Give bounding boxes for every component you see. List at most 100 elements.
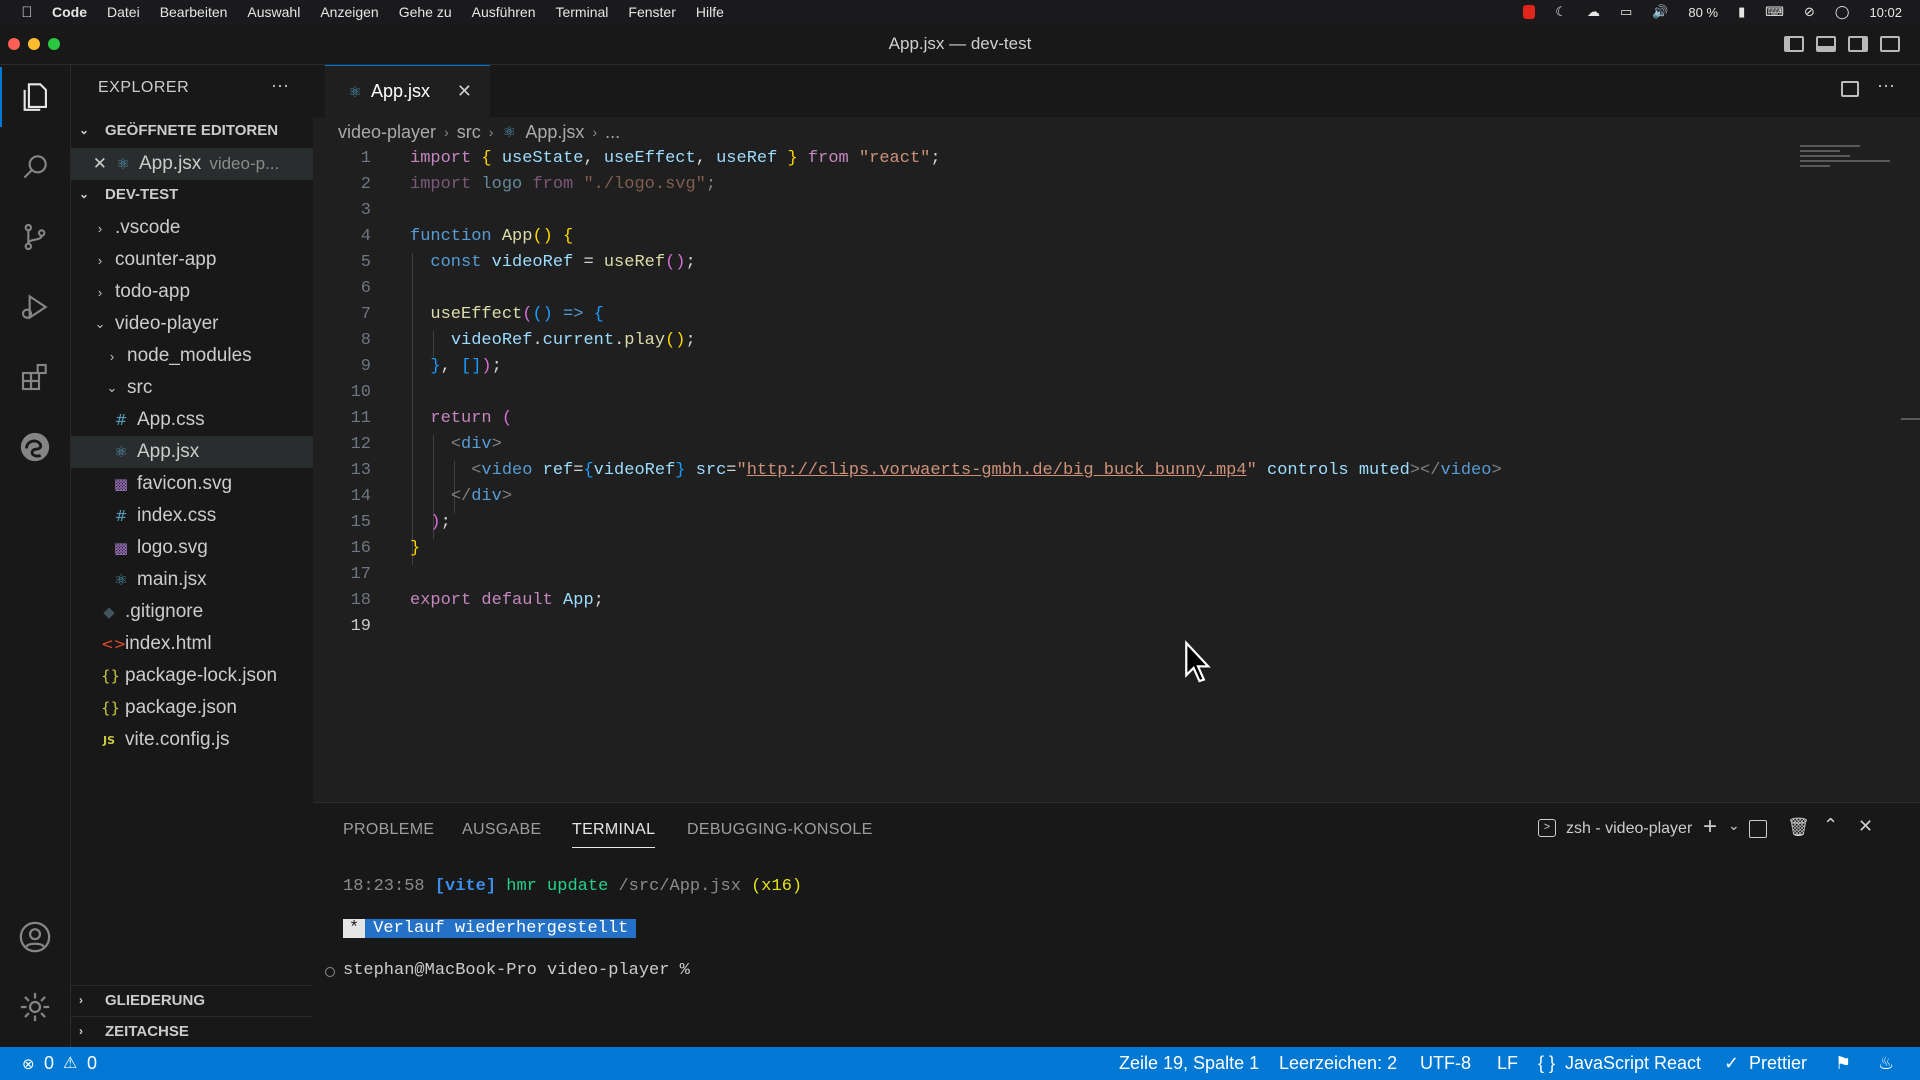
menu-datei[interactable]: Datei: [107, 4, 140, 20]
tab-output[interactable]: AUSGABE: [462, 821, 541, 839]
menu-auswahl[interactable]: Auswahl: [247, 4, 300, 20]
tree-file-gitignore[interactable]: ◆ .gitignore: [71, 596, 313, 628]
tree-file-logo-svg[interactable]: ▩ logo.svg: [71, 532, 313, 564]
error-count[interactable]: 0: [44, 1053, 54, 1074]
close-panel-icon[interactable]: ✕: [1858, 816, 1873, 837]
tree-file-index-html[interactable]: <> index.html: [71, 628, 313, 660]
warning-icon[interactable]: ⚠: [63, 1053, 77, 1072]
open-editor-app-jsx[interactable]: ✕ ⚛ App.jsx video-p...: [71, 148, 313, 180]
warning-count[interactable]: 0: [87, 1053, 97, 1074]
menu-fenster[interactable]: Fenster: [628, 4, 675, 20]
menu-ausfuehren[interactable]: Ausführen: [472, 4, 536, 20]
trash-icon[interactable]: 🗑: [1787, 817, 1810, 838]
tree-folder-src[interactable]: ⌄ src: [71, 372, 313, 404]
tree-folder-video-player[interactable]: ⌄ video-player: [71, 308, 313, 340]
extensions-icon[interactable]: [0, 347, 70, 407]
error-icon[interactable]: ⊗: [22, 1055, 35, 1073]
menu-hilfe[interactable]: Hilfe: [696, 4, 724, 20]
chevron-down-icon[interactable]: ⌄: [1728, 817, 1740, 834]
account-icon[interactable]: [0, 907, 70, 967]
tree-file-main-jsx[interactable]: ⚛ main.jsx: [71, 564, 313, 596]
wifi-off-icon[interactable]: ⊘: [1804, 5, 1815, 20]
code-link[interactable]: http://clips.vorwaerts-gmbh.de/big_buck_…: [747, 461, 1247, 480]
menu-anzeigen[interactable]: Anzeigen: [320, 4, 378, 20]
mouse-cursor-icon: [1185, 640, 1211, 683]
record-icon[interactable]: [1523, 5, 1536, 19]
tree-folder-counter-app[interactable]: › counter-app: [71, 244, 313, 276]
menu-bearbeiten[interactable]: Bearbeiten: [160, 4, 228, 20]
terminal-prompt[interactable]: stephan@MacBook-Pro video-player %: [343, 961, 690, 980]
explorer-icon[interactable]: [0, 67, 70, 127]
editor-more-actions-icon[interactable]: ···: [1877, 75, 1895, 96]
tree-label: package.json: [125, 697, 237, 718]
activity-bar: [0, 65, 71, 1047]
tree-file-package-json[interactable]: {} package.json: [71, 692, 313, 724]
check-icon: ✓: [1724, 1053, 1740, 1074]
tree-label: logo.svg: [137, 537, 208, 558]
moon-icon[interactable]: ☾: [1555, 5, 1567, 20]
code-token: =>: [563, 305, 584, 324]
apple-icon[interactable]: : [18, 3, 36, 21]
indentation[interactable]: Leerzeichen: 2: [1279, 1053, 1397, 1074]
tree-file-app-jsx[interactable]: ⚛ App.jsx: [71, 436, 313, 468]
feedback-icon[interactable]: ⚑: [1835, 1053, 1851, 1074]
close-tab-icon[interactable]: ✕: [457, 81, 472, 102]
new-terminal-icon[interactable]: +: [1703, 813, 1717, 841]
battery-icon[interactable]: ▮: [1738, 5, 1745, 20]
tree-file-index-css[interactable]: # index.css: [71, 500, 313, 532]
code-token: default: [481, 591, 553, 610]
explorer-more-actions[interactable]: ···: [271, 75, 289, 96]
tab-app-jsx[interactable]: ⚛ App.jsx ✕: [325, 65, 490, 117]
tree-file-vite-config-js[interactable]: JS vite.config.js: [71, 724, 313, 756]
toggle-panel-icon[interactable]: [1816, 36, 1836, 52]
outline-section[interactable]: › GLIEDERUNG: [71, 985, 313, 1014]
breadcrumb-item[interactable]: ...: [605, 122, 620, 143]
toggle-sidebar-icon[interactable]: [1784, 36, 1804, 52]
run-debug-icon[interactable]: [0, 277, 70, 337]
language-mode[interactable]: JavaScript React: [1565, 1053, 1701, 1074]
code-token: function: [410, 227, 492, 246]
settings-gear-icon[interactable]: [0, 977, 70, 1037]
tab-debug-console[interactable]: DEBUGGING-KONSOLE: [687, 821, 873, 839]
line-ending[interactable]: LF: [1497, 1053, 1518, 1074]
minimap[interactable]: [1800, 145, 1900, 185]
workspace-section[interactable]: ⌄ DEV-TEST: [71, 180, 313, 208]
encoding[interactable]: UTF-8: [1420, 1053, 1471, 1074]
breadcrumb-item[interactable]: video-player: [338, 122, 436, 143]
customize-layout-icon[interactable]: [1880, 36, 1900, 52]
open-editors-section[interactable]: ⌄ GEÖFFNETE EDITOREN: [71, 116, 313, 144]
tree-file-package-lock-json[interactable]: {} package-lock.json: [71, 660, 313, 692]
menu-terminal[interactable]: Terminal: [555, 4, 608, 20]
split-terminal-icon[interactable]: [1749, 820, 1767, 838]
tree-folder-vscode[interactable]: › .vscode: [71, 212, 313, 244]
source-control-icon[interactable]: [0, 207, 70, 267]
split-editor-icon[interactable]: [1841, 81, 1859, 97]
tab-terminal[interactable]: TERMINAL: [572, 821, 656, 848]
bell-icon[interactable]: ♨: [1878, 1053, 1894, 1074]
terminal-shell-name[interactable]: zsh - video-player: [1566, 820, 1692, 838]
toggle-secondary-sidebar-icon[interactable]: [1848, 36, 1868, 52]
tree-folder-node-modules[interactable]: › node_modules: [71, 340, 313, 372]
close-editor-icon[interactable]: ✕: [71, 154, 107, 174]
edge-browser-icon[interactable]: [0, 417, 70, 477]
tree-file-favicon-svg[interactable]: ▩ favicon.svg: [71, 468, 313, 500]
tree-file-app-css[interactable]: # App.css: [71, 404, 313, 436]
menu-gehe-zu[interactable]: Gehe zu: [399, 4, 452, 20]
control-center-icon[interactable]: ◯: [1835, 5, 1850, 20]
terminal-icon: >: [1538, 819, 1556, 837]
cursor-position[interactable]: Zeile 19, Spalte 1: [1119, 1053, 1259, 1074]
menu-app[interactable]: Code: [52, 4, 87, 20]
keyboard-icon[interactable]: ⌨: [1765, 5, 1784, 20]
cloud-icon[interactable]: ☁: [1587, 5, 1600, 20]
breadcrumb-item[interactable]: src: [457, 122, 481, 143]
volume-icon[interactable]: 🔊: [1652, 5, 1668, 20]
search-icon[interactable]: [0, 137, 70, 197]
display-icon[interactable]: ▭: [1620, 5, 1632, 20]
formatter[interactable]: Prettier: [1749, 1053, 1807, 1074]
timeline-section[interactable]: › ZEITACHSE: [71, 1016, 313, 1045]
code-editor[interactable]: 1 2 3 4 5 6 7 8 9 10 11 12 13 14 15 16 1…: [313, 147, 1920, 802]
tab-problems[interactable]: PROBLEME: [343, 821, 434, 839]
breadcrumb-item[interactable]: App.jsx: [525, 122, 584, 143]
maximize-panel-icon[interactable]: ⌃: [1823, 815, 1838, 836]
tree-folder-todo-app[interactable]: › todo-app: [71, 276, 313, 308]
